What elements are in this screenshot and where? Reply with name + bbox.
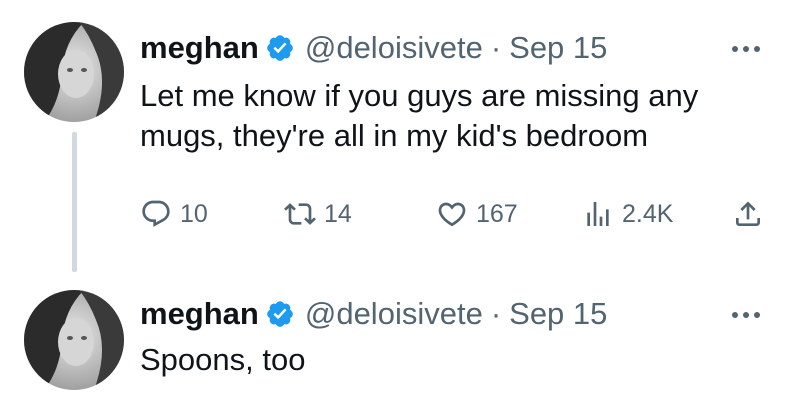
views-icon <box>587 202 609 226</box>
verified-badge-icon[interactable] <box>265 33 295 63</box>
tweet-date[interactable]: Sep 15 <box>509 30 607 66</box>
tweet[interactable]: meghan @deloisivete · Sep 15 Spoons, too <box>0 280 800 408</box>
reply-button[interactable]: 10 <box>140 192 208 236</box>
like-button[interactable]: 167 <box>436 192 518 236</box>
reply-icon <box>142 200 170 227</box>
tweet-header: meghan @deloisivete · Sep 15 <box>140 28 607 68</box>
more-options-icon[interactable] <box>726 34 766 64</box>
tweet-header: meghan @deloisivete · Sep 15 <box>140 294 607 334</box>
separator-dot: · <box>490 30 502 65</box>
avatar[interactable] <box>24 290 124 390</box>
retweet-icon <box>284 203 316 225</box>
separator-dot: · <box>490 296 502 331</box>
tweet-date[interactable]: Sep 15 <box>509 296 607 332</box>
tweet-text: Let me know if you guys are missing any … <box>140 76 780 156</box>
share-icon <box>736 201 760 226</box>
author-handle[interactable]: @deloisivete <box>305 296 483 332</box>
thread-connector-line <box>72 132 77 272</box>
tweet-text-line: Let me know if you guys are missing any <box>140 78 699 113</box>
views-count: 2.4K <box>622 199 674 228</box>
retweet-button[interactable]: 14 <box>284 192 352 236</box>
tweet-text-line: Spoons, too <box>140 342 306 377</box>
tweet-text: Spoons, too <box>140 340 780 380</box>
more-options-icon[interactable] <box>726 300 766 330</box>
like-count: 167 <box>476 199 518 228</box>
reply-count: 10 <box>180 199 208 228</box>
share-button[interactable] <box>732 192 764 236</box>
heart-icon <box>438 202 466 227</box>
author-name[interactable]: meghan <box>140 30 259 66</box>
tweet[interactable]: meghan @deloisivete · Sep 15 Let me know… <box>0 0 800 280</box>
retweet-count: 14 <box>324 199 352 228</box>
avatar[interactable] <box>24 22 124 122</box>
author-name[interactable]: meghan <box>140 296 259 332</box>
verified-badge-icon[interactable] <box>265 299 295 329</box>
views-button[interactable]: 2.4K <box>582 192 673 236</box>
tweet-actions: 10 14 167 2.4K <box>140 192 780 236</box>
author-handle[interactable]: @deloisivete <box>305 30 483 66</box>
tweet-text-line: mugs, they're all in my kid's bedroom <box>140 118 649 153</box>
